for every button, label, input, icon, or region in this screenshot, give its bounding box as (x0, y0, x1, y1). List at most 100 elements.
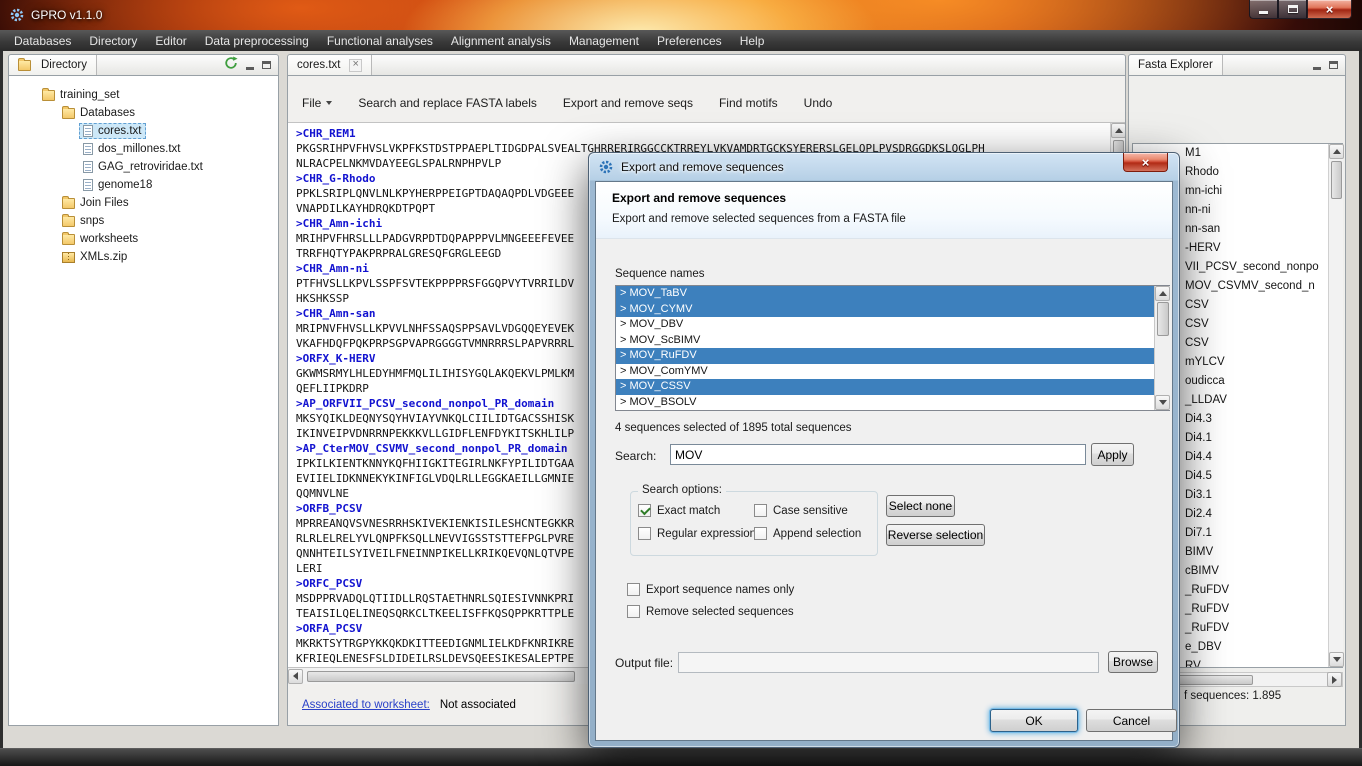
search-replace-button[interactable]: Search and replace FASTA labels (358, 96, 537, 110)
tab-close-icon[interactable]: × (349, 59, 361, 72)
editor-panel-header: cores.txt × (287, 54, 1126, 76)
scroll-down-button[interactable] (1329, 652, 1344, 667)
menu-item[interactable]: Preferences (648, 30, 731, 51)
menu-item[interactable]: Help (731, 30, 774, 51)
exact-match-checkbox[interactable]: Exact match (638, 504, 720, 517)
dialog-close-button[interactable]: × (1123, 153, 1168, 172)
browse-button[interactable]: Browse (1108, 651, 1158, 673)
undo-button[interactable]: Undo (804, 96, 833, 110)
menu-item[interactable]: Management (560, 30, 648, 51)
menu-item[interactable]: Directory (80, 30, 146, 51)
output-file-input[interactable] (678, 652, 1099, 673)
search-input[interactable] (670, 444, 1086, 465)
maximize-panel-icon[interactable] (262, 61, 271, 69)
minimize-panel-icon[interactable] (246, 67, 254, 70)
find-motifs-button[interactable]: Find motifs (719, 96, 778, 110)
scroll-right-button[interactable] (1327, 672, 1342, 687)
zip-icon (62, 252, 75, 263)
apply-button[interactable]: Apply (1091, 443, 1134, 466)
tree-item-label: XMLs.zip (80, 251, 127, 263)
arrow-right-icon (1332, 676, 1337, 684)
scrollbar-thumb[interactable] (307, 671, 575, 682)
window-titlebar[interactable]: GPRO v1.1.0 × (0, 0, 1362, 30)
sequence-list-item[interactable]: > MOV_BSOLV (616, 395, 1169, 411)
refresh-icon[interactable] (224, 56, 238, 75)
directory-panel: Directory training_set Databases cores.t… (8, 54, 279, 726)
menu-item[interactable]: Editor (146, 30, 195, 51)
reverse-selection-button[interactable]: Reverse selection (886, 524, 985, 546)
tree-item-training-set[interactable]: training_set (9, 86, 278, 104)
tree-item-label: Join Files (80, 197, 129, 209)
tree-item-genome18[interactable]: genome18 (9, 176, 278, 194)
minimize-panel-icon[interactable] (1313, 67, 1321, 70)
checkbox-box (754, 504, 767, 517)
sequence-list-item[interactable]: > MOV_ComYMV (616, 364, 1169, 380)
sequence-list-scrollbar[interactable] (1154, 286, 1170, 410)
sequence-list-item[interactable]: > MOV_TaBV (616, 286, 1169, 302)
menu-item[interactable]: Alignment analysis (442, 30, 560, 51)
regular-expression-checkbox[interactable]: Regular expression (638, 527, 756, 540)
append-selection-checkbox[interactable]: Append selection (754, 527, 861, 540)
tree-item-xmls-zip[interactable]: XMLs.zip (9, 248, 278, 266)
tree-item-label: Databases (80, 107, 135, 119)
minimize-button[interactable] (1249, 0, 1278, 19)
sequence-list-item[interactable]: > MOV_CSSV (616, 379, 1169, 395)
search-label: Search: (615, 449, 656, 463)
cancel-button[interactable]: Cancel (1086, 709, 1177, 732)
tree-item-cores-txt[interactable]: cores.txt (9, 122, 278, 140)
remove-selected-checkbox[interactable]: Remove selected sequences (627, 605, 794, 618)
menu-item[interactable]: Databases (5, 30, 80, 51)
tree-item-snps[interactable]: snps (9, 212, 278, 230)
arrow-left-icon (293, 672, 298, 680)
file-menu-button[interactable]: File (302, 96, 332, 110)
tree-item-worksheets[interactable]: worksheets (9, 230, 278, 248)
dialog-titlebar[interactable]: Export and remove sequences (589, 153, 1179, 181)
maximize-button[interactable] (1278, 0, 1307, 19)
tree-item-gag-retroviridae[interactable]: GAG_retroviridae.txt (9, 158, 278, 176)
dialog-header: Export and remove sequences Export and r… (596, 182, 1172, 239)
tree-item-databases[interactable]: Databases (9, 104, 278, 122)
menu-item[interactable]: Data preprocessing (196, 30, 318, 51)
selection-summary: 4 sequences selected of 1895 total seque… (615, 422, 852, 434)
tree-item-label: GAG_retroviridae.txt (98, 161, 203, 173)
ok-button[interactable]: OK (990, 709, 1078, 732)
arrow-up-icon (1159, 291, 1167, 296)
scroll-up-button[interactable] (1329, 144, 1344, 159)
scrollbar-thumb[interactable] (1175, 675, 1253, 685)
select-none-button[interactable]: Select none (886, 495, 955, 517)
checkbox-label: Export sequence names only (646, 584, 794, 596)
tab-label: Directory (41, 59, 87, 71)
associated-worksheet-link[interactable]: Associated to worksheet: (302, 699, 430, 711)
scrollbar-thumb[interactable] (1157, 302, 1169, 336)
tab-cores-txt[interactable]: cores.txt × (288, 55, 372, 75)
scroll-down-button[interactable] (1155, 395, 1170, 410)
scroll-up-button[interactable] (1155, 286, 1170, 301)
folder-icon (62, 234, 75, 245)
maximize-panel-icon[interactable] (1329, 61, 1338, 69)
scroll-left-button[interactable] (288, 669, 303, 684)
checkbox-label: Case sensitive (773, 505, 848, 517)
tree-item-dos-millones[interactable]: dos_millones.txt (9, 140, 278, 158)
file-icon (83, 179, 93, 191)
tree-item-join-files[interactable]: Join Files (9, 194, 278, 212)
sequence-list[interactable]: > MOV_TaBV> MOV_CYMV> MOV_DBV> MOV_ScBIM… (615, 285, 1170, 411)
case-sensitive-checkbox[interactable]: Case sensitive (754, 504, 848, 517)
export-remove-button[interactable]: Export and remove seqs (563, 96, 693, 110)
directory-tree: training_set Databases cores.txt dos_mil… (8, 76, 279, 726)
menu-item[interactable]: Functional analyses (318, 30, 442, 51)
sequence-list-item[interactable]: > MOV_CYMV (616, 302, 1169, 318)
tree-item-label: snps (80, 215, 104, 227)
scrollbar-thumb[interactable] (1331, 161, 1342, 199)
sequence-list-item[interactable]: > MOV_DBV (616, 317, 1169, 333)
scroll-up-button[interactable] (1111, 123, 1125, 138)
output-file-label: Output file: (615, 656, 673, 670)
export-names-only-checkbox[interactable]: Export sequence names only (627, 583, 794, 596)
tab-directory[interactable]: Directory (9, 55, 97, 75)
sequence-list-item[interactable]: > MOV_RuFDV (616, 348, 1169, 364)
arrow-down-icon (1159, 400, 1167, 405)
close-icon: × (1326, 3, 1334, 16)
tab-fasta-explorer[interactable]: Fasta Explorer (1129, 55, 1223, 75)
fasta-list-vertical-scrollbar[interactable] (1328, 144, 1343, 667)
close-button[interactable]: × (1307, 0, 1352, 19)
sequence-list-item[interactable]: > MOV_ScBIMV (616, 333, 1169, 349)
